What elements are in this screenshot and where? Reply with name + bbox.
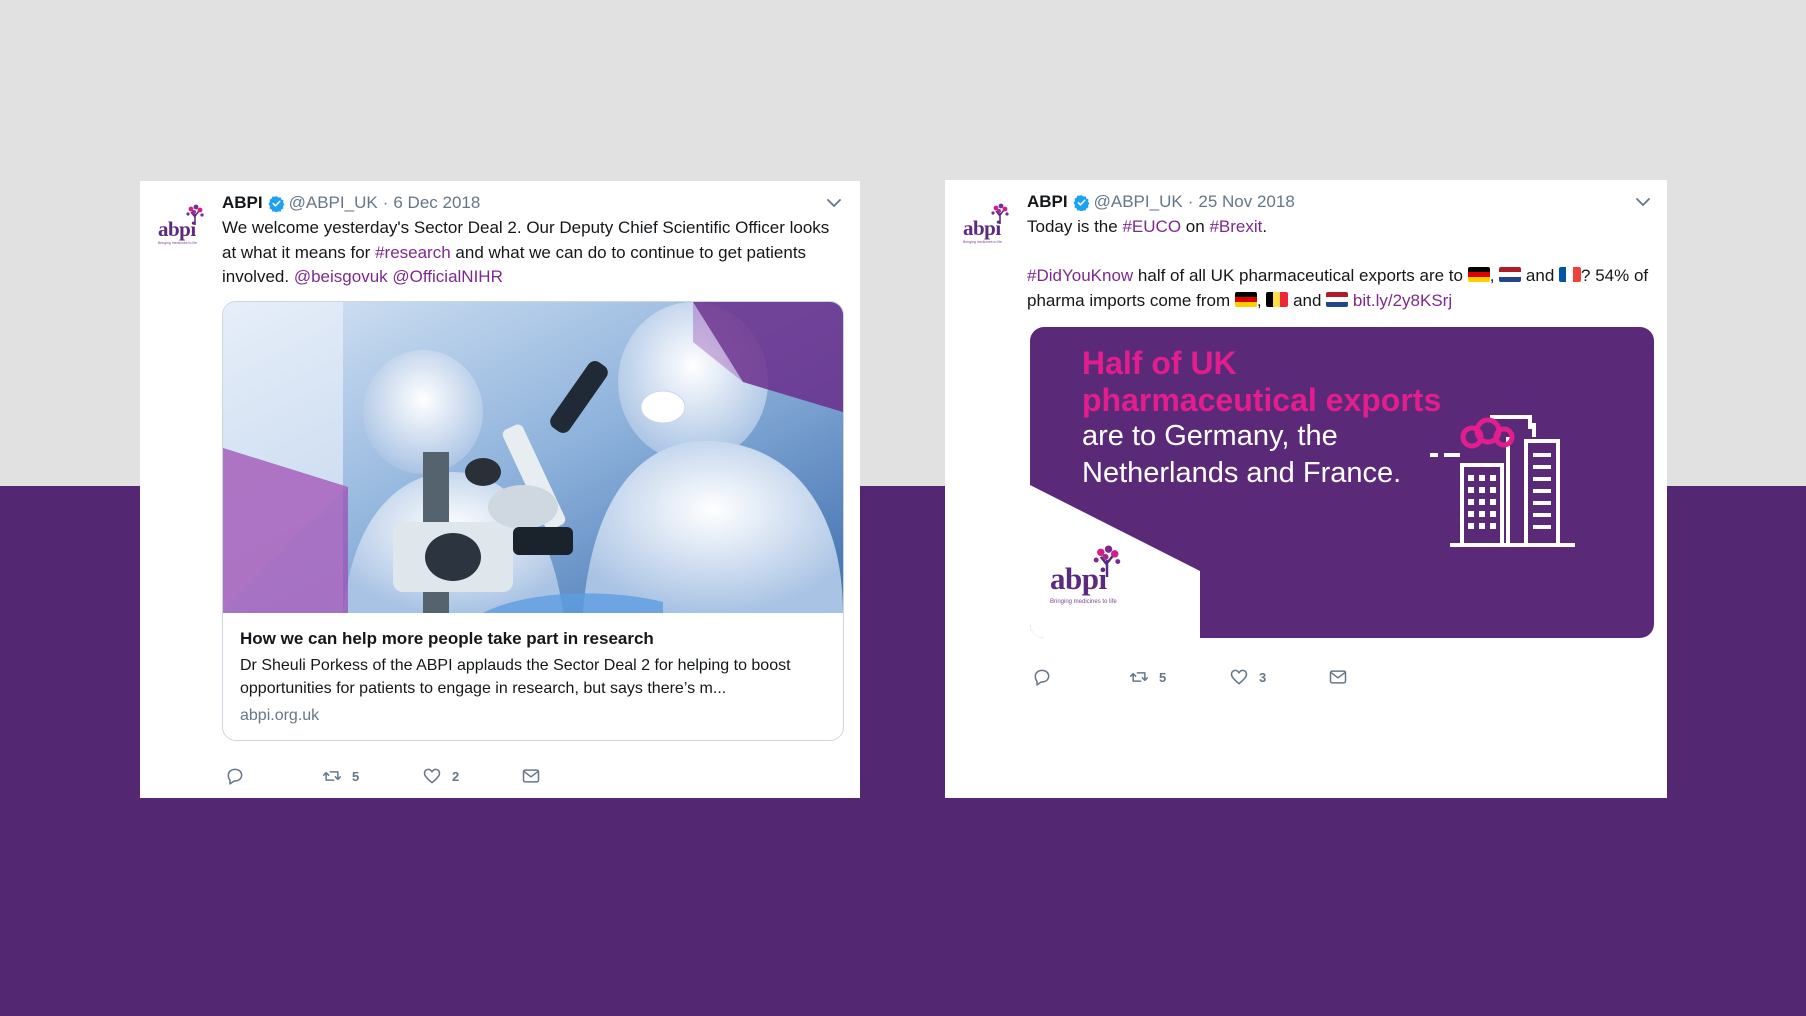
- logo-tagline: Bringing medicines to life: [963, 240, 1002, 244]
- retweet-count: 5: [1159, 669, 1167, 685]
- tweet-text: We welcome yesterday's Sector Deal 2. Ou…: [222, 216, 847, 290]
- tweet-date[interactable]: 25 Nov 2018: [1198, 192, 1294, 212]
- tweet-text-part: half of all UK pharmaceutical exports ar…: [1137, 266, 1463, 285]
- hashtag-brexit[interactable]: #Brexit: [1209, 217, 1262, 236]
- reply-button[interactable]: [1032, 667, 1052, 687]
- tweet-card-1[interactable]: abpi Bringing medicines to life ABPI @AB…: [140, 181, 860, 798]
- direct-message-icon: [1329, 670, 1347, 684]
- card-image[interactable]: [223, 302, 843, 613]
- france-flag-icon: [1559, 267, 1582, 282]
- netherlands-flag-icon: [1326, 291, 1349, 307]
- direct-message-button[interactable]: [1328, 667, 1348, 687]
- tweet-text-line-1: Today is the #EUCO on #Brexit.: [1027, 215, 1652, 240]
- author-handle[interactable]: @ABPI_UK: [1094, 192, 1183, 212]
- link-preview-card[interactable]: How we can help more people take part in…: [222, 301, 844, 741]
- hashtag-euco[interactable]: #EUCO: [1122, 217, 1181, 236]
- chevron-down-icon[interactable]: [1635, 194, 1651, 210]
- hashtag-didyouknow[interactable]: #DidYouKnow: [1027, 266, 1133, 285]
- verified-badge-icon: [1073, 194, 1090, 211]
- germany-flag-icon: [1234, 291, 1257, 307]
- tweet-text-part: .: [1262, 217, 1268, 236]
- avatar[interactable]: abpi Bringing medicines to life: [156, 203, 206, 245]
- lab-scientists-photo: [223, 302, 843, 613]
- like-button[interactable]: 2: [422, 766, 459, 786]
- conjunction: and: [1525, 266, 1555, 285]
- mention-officialnihr[interactable]: @OfficialNIHR: [392, 267, 502, 286]
- comma: ,: [1489, 266, 1495, 285]
- tweet-card-2[interactable]: abpi Bringing medicines to life ABPI @AB…: [945, 180, 1667, 798]
- avatar[interactable]: abpi Bringing medicines to life: [961, 202, 1011, 244]
- promo-body-line: are to Germany, the: [1082, 420, 1338, 452]
- retweet-icon: [1129, 672, 1149, 682]
- conjunction: and: [1293, 290, 1322, 310]
- reply-icon: [1034, 669, 1050, 686]
- author-name[interactable]: ABPI: [222, 193, 263, 213]
- card-url[interactable]: abpi.org.uk: [240, 707, 319, 725]
- promo-headline-line: pharmaceutical exports: [1082, 381, 1442, 418]
- separator-dot: ·: [1187, 192, 1194, 211]
- like-count: 3: [1259, 669, 1267, 685]
- logo-tagline: Bringing medicines to life: [158, 241, 197, 245]
- like-icon: [423, 768, 441, 784]
- retweet-count: 5: [352, 768, 360, 784]
- promo-image[interactable]: Half of UK pharmaceutical exports are to…: [1030, 327, 1654, 638]
- hashtag-research[interactable]: #research: [375, 243, 451, 262]
- reply-icon: [227, 768, 243, 785]
- like-count: 2: [452, 768, 460, 784]
- separator-dot: ·: [382, 193, 389, 212]
- promo-abpi-logo: abpi Bringing medicines to life: [1050, 545, 1140, 615]
- logo-tagline: Bringing medicines to life: [1050, 599, 1117, 605]
- promo-headline-line: Half of UK: [1082, 345, 1237, 381]
- shortened-link[interactable]: bit.ly/2y8KSrj: [1353, 291, 1452, 310]
- reply-button[interactable]: [225, 766, 245, 786]
- direct-message-icon: [522, 769, 540, 783]
- belgium-flag-icon: [1266, 291, 1289, 307]
- logo-wordmark: abpi: [963, 216, 1001, 240]
- tweet-text-part: Today is the: [1027, 217, 1118, 236]
- logo-wordmark: abpi: [158, 217, 196, 241]
- tweet-header: ABPI @ABPI_UK · 6 Dec 2018: [222, 192, 480, 214]
- promo-headline: Half of UK pharmaceutical exports: [1082, 345, 1441, 418]
- author-handle[interactable]: @ABPI_UK: [289, 193, 378, 213]
- comma: ,: [1256, 290, 1262, 310]
- city-buildings-icon: [1430, 415, 1575, 547]
- chevron-down-icon[interactable]: [826, 195, 842, 211]
- author-name[interactable]: ABPI: [1027, 192, 1068, 212]
- tweet-date[interactable]: 6 Dec 2018: [393, 193, 480, 213]
- like-icon: [1230, 669, 1248, 685]
- logo-wordmark: abpi: [1050, 561, 1107, 596]
- retweet-button[interactable]: 5: [1129, 667, 1166, 687]
- germany-flag-icon: [1467, 267, 1490, 282]
- tweet-text-line-2: #DidYouKnow half of all UK pharmaceutica…: [1027, 264, 1657, 313]
- verified-badge-icon: [268, 195, 285, 212]
- promo-logo-area: abpi Bringing medicines to life: [1030, 485, 1200, 638]
- mention-beisgovuk[interactable]: @beisgovuk: [294, 267, 388, 286]
- tweet-header: ABPI @ABPI_UK · 25 Nov 2018: [1027, 191, 1295, 213]
- card-title[interactable]: How we can help more people take part in…: [240, 629, 654, 649]
- retweet-icon: [322, 771, 342, 781]
- like-button[interactable]: 3: [1229, 667, 1266, 687]
- netherlands-flag-icon: [1499, 267, 1522, 282]
- direct-message-button[interactable]: [521, 766, 541, 786]
- card-description: Dr Sheuli Porkess of the ABPI applauds t…: [240, 657, 791, 697]
- promo-body: are to Germany, the Netherlands and Fran…: [1082, 418, 1401, 491]
- tweet-text-part: on: [1185, 217, 1205, 236]
- retweet-button[interactable]: 5: [322, 766, 359, 786]
